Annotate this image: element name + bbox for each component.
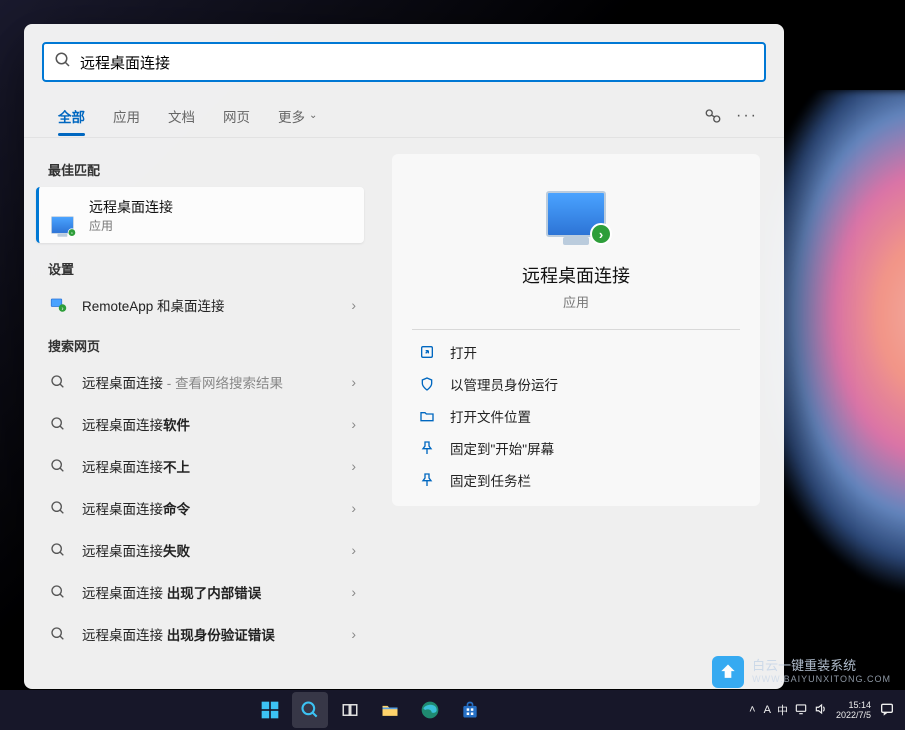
action-label: 以管理员身份运行: [450, 374, 558, 394]
chevron-right-icon: ›: [351, 458, 356, 474]
web-result-5[interactable]: 远程桌面连接 出现了内部错误 ›: [24, 571, 376, 613]
section-settings: 设置: [24, 249, 376, 284]
tab-more[interactable]: 更多⌄: [264, 96, 331, 136]
chevron-right-icon: ›: [351, 542, 356, 558]
action-label: 打开: [450, 342, 477, 362]
chevron-right-icon: ›: [351, 374, 356, 390]
network-icon[interactable]: [794, 702, 808, 718]
preview-card: › 远程桌面连接 应用 打开 以管理员身份运行 打开文件位置: [392, 154, 760, 506]
web-result-text: 远程桌面连接: [82, 376, 163, 391]
volume-icon[interactable]: [814, 702, 828, 718]
action-pin-start[interactable]: 固定到"开始"屏幕: [412, 432, 740, 464]
search-icon: [48, 372, 68, 392]
watermark-logo-icon: [712, 656, 744, 688]
store-button[interactable]: [452, 692, 488, 728]
chevron-down-icon: ⌄: [309, 110, 317, 121]
web-result-text: 远程桌面连接: [82, 460, 163, 475]
explorer-button[interactable]: [372, 692, 408, 728]
open-icon: [418, 343, 436, 361]
task-view-button[interactable]: [332, 692, 368, 728]
search-icon: [48, 582, 68, 602]
action-open-location[interactable]: 打开文件位置: [412, 400, 740, 432]
chevron-right-icon: ›: [351, 584, 356, 600]
web-result-text: 远程桌面连接: [82, 418, 163, 433]
web-result-text: 远程桌面连接: [82, 544, 163, 559]
search-input[interactable]: [72, 54, 754, 71]
pin-icon: [418, 471, 436, 489]
search-icon: [48, 624, 68, 644]
watermark-line2: WWW.BAIYUNXITONG.COM: [752, 674, 891, 684]
search-icon: [48, 456, 68, 476]
web-result-6[interactable]: 远程桌面连接 出现身份验证错误 ›: [24, 613, 376, 655]
tab-web[interactable]: 网页: [209, 96, 264, 136]
taskbar-date: 2022/7/5: [836, 710, 871, 720]
action-label: 固定到"开始"屏幕: [450, 438, 554, 458]
tab-docs[interactable]: 文档: [154, 96, 209, 136]
watermark-line1: 白云一键重装系统: [752, 659, 891, 674]
chevron-right-icon: ›: [351, 416, 356, 432]
action-label: 打开文件位置: [450, 406, 531, 426]
search-icon: [48, 540, 68, 560]
search-scope-icon[interactable]: [696, 99, 730, 133]
folder-icon: [418, 407, 436, 425]
tray-chevron-icon[interactable]: ˄: [749, 704, 755, 716]
search-button[interactable]: [292, 692, 328, 728]
settings-item-remoteapp[interactable]: › RemoteApp 和桌面连接 ›: [24, 284, 376, 326]
best-match-title: 远程桌面连接: [89, 197, 173, 217]
best-match-item[interactable]: › 远程桌面连接 应用: [36, 187, 364, 243]
web-result-text: 远程桌面连接: [82, 502, 163, 517]
web-result-text: 远程桌面连接: [82, 586, 167, 601]
search-icon: [54, 51, 72, 74]
filter-tabs: 全部 应用 文档 网页 更多⌄ ···: [24, 94, 784, 138]
preview-column: › 远程桌面连接 应用 打开 以管理员身份运行 打开文件位置: [384, 138, 784, 689]
action-run-admin[interactable]: 以管理员身份运行: [412, 368, 740, 400]
web-result-text: 远程桌面连接: [82, 628, 167, 643]
taskbar-clock[interactable]: 15:14 2022/7/5: [836, 700, 871, 721]
chevron-right-icon: ›: [351, 297, 356, 313]
search-icon: [48, 498, 68, 518]
system-tray[interactable]: ˄ A 中 15:14 2022/7/5: [739, 700, 905, 721]
preview-subtitle: 应用: [412, 292, 740, 311]
settings-item-label: RemoteApp 和桌面连接: [82, 295, 351, 315]
section-best-match: 最佳匹配: [24, 150, 376, 185]
tab-apps[interactable]: 应用: [99, 96, 154, 136]
shield-icon: [418, 375, 436, 393]
web-result-3[interactable]: 远程桌面连接命令 ›: [24, 487, 376, 529]
preview-app-icon: ›: [540, 178, 612, 250]
web-result-1[interactable]: 远程桌面连接软件 ›: [24, 403, 376, 445]
search-box[interactable]: [42, 42, 766, 82]
taskbar: ˄ A 中 15:14 2022/7/5: [0, 690, 905, 730]
action-open[interactable]: 打开: [412, 336, 740, 368]
web-result-0[interactable]: 远程桌面连接 - 查看网络搜索结果 ›: [24, 361, 376, 403]
remoteapp-icon: ›: [48, 295, 68, 315]
taskbar-time: 15:14: [836, 700, 871, 710]
web-result-4[interactable]: 远程桌面连接失败 ›: [24, 529, 376, 571]
search-icon: [48, 414, 68, 434]
section-web-search: 搜索网页: [24, 326, 376, 361]
wallpaper-bloom: [765, 90, 905, 650]
svg-text:›: ›: [62, 306, 64, 312]
watermark: 白云一键重装系统 WWW.BAIYUNXITONG.COM: [712, 656, 891, 688]
action-pin-taskbar[interactable]: 固定到任务栏: [412, 464, 740, 496]
web-result-2[interactable]: 远程桌面连接不上 ›: [24, 445, 376, 487]
tab-all[interactable]: 全部: [44, 96, 99, 136]
ime-mode-icon[interactable]: A: [764, 704, 771, 716]
action-label: 固定到任务栏: [450, 470, 531, 490]
edge-button[interactable]: [412, 692, 448, 728]
ime-language-icon[interactable]: 中: [777, 702, 788, 718]
start-button[interactable]: [252, 692, 288, 728]
more-options-icon[interactable]: ···: [730, 99, 764, 133]
results-column: 最佳匹配 › 远程桌面连接 应用 设置 › RemoteApp 和桌面连接 › …: [24, 138, 384, 689]
chevron-right-icon: ›: [351, 626, 356, 642]
start-search-panel: 全部 应用 文档 网页 更多⌄ ··· 最佳匹配 › 远程桌面连接 应用 设置: [24, 24, 784, 689]
chevron-right-icon: ›: [351, 500, 356, 516]
rdp-icon: ›: [51, 201, 79, 229]
preview-title: 远程桌面连接: [412, 262, 740, 288]
pin-icon: [418, 439, 436, 457]
best-match-subtitle: 应用: [89, 217, 173, 234]
notifications-icon[interactable]: [879, 701, 895, 719]
